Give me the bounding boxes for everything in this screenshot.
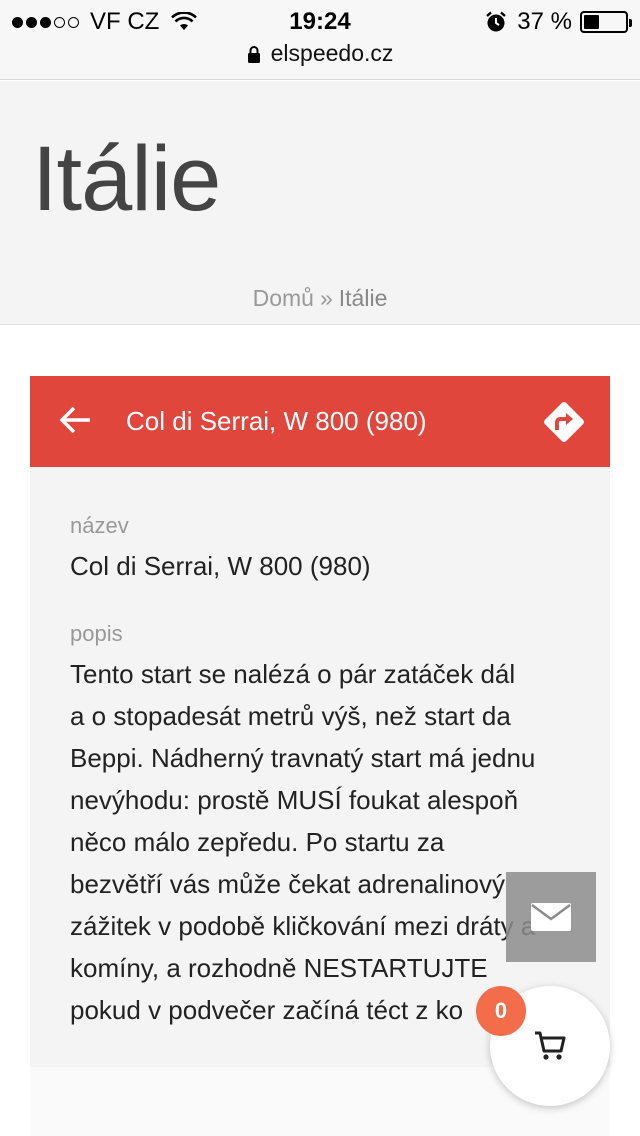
description-line: a o stopadesát metrů výš, než start da <box>70 701 511 731</box>
breadcrumb-home-link[interactable]: Domů <box>253 285 314 311</box>
description-label: popis <box>70 621 123 646</box>
description-line: Beppi. Nádherný travnatý start má jednu <box>70 743 536 773</box>
cart-count-badge: 0 <box>476 986 526 1036</box>
status-right: 37 % <box>485 8 632 36</box>
card-title: Col di Serrai, W 800 (980) <box>126 406 427 436</box>
alarm-icon <box>486 11 507 32</box>
description-line: něco málo zepředu. Po startu za <box>70 827 445 857</box>
name-label: název <box>70 513 129 538</box>
back-arrow-icon[interactable] <box>58 402 94 438</box>
url-bar[interactable]: elspeedo.cz <box>0 40 640 67</box>
mail-icon <box>531 903 571 931</box>
description-line: bezvětří vás může čekat adrenalinový <box>70 869 505 899</box>
name-value: Col di Serrai, W 800 (980) <box>70 551 371 581</box>
description-line: nevýhodu: prostě MUSÍ foukat alespoň <box>70 785 519 815</box>
breadcrumb-separator: » <box>319 285 333 311</box>
page-header: Itálie Domů» Itálie <box>0 81 640 325</box>
lock-icon <box>247 45 260 63</box>
battery-percent: 37 % <box>517 8 572 35</box>
status-bar: VF CZ 19:24 37 % elspeedo.cz <box>0 0 640 80</box>
page-title: Itálie <box>32 128 221 230</box>
contact-mail-button[interactable] <box>506 872 596 962</box>
description-text: Tento start se nalézá o pár zatáček dál … <box>70 653 580 1031</box>
card-header: Col di Serrai, W 800 (980) <box>30 376 610 467</box>
breadcrumb-current: Itálie <box>338 285 388 311</box>
breadcrumb: Domů» Itálie <box>0 285 640 312</box>
description-line: Tento start se nalézá o pár zatáček dál <box>70 659 516 689</box>
card-body: název Col di Serrai, W 800 (980) popis T… <box>30 467 610 1067</box>
url-text: elspeedo.cz <box>270 40 394 66</box>
description-line: komíny, a rozhodně NESTARTUJTE <box>70 953 488 983</box>
battery-icon <box>580 11 632 33</box>
directions-icon[interactable] <box>542 400 586 444</box>
description-line: zážitek v podobě kličkování mezi dráty a <box>70 911 536 941</box>
cart-icon <box>535 1031 566 1060</box>
